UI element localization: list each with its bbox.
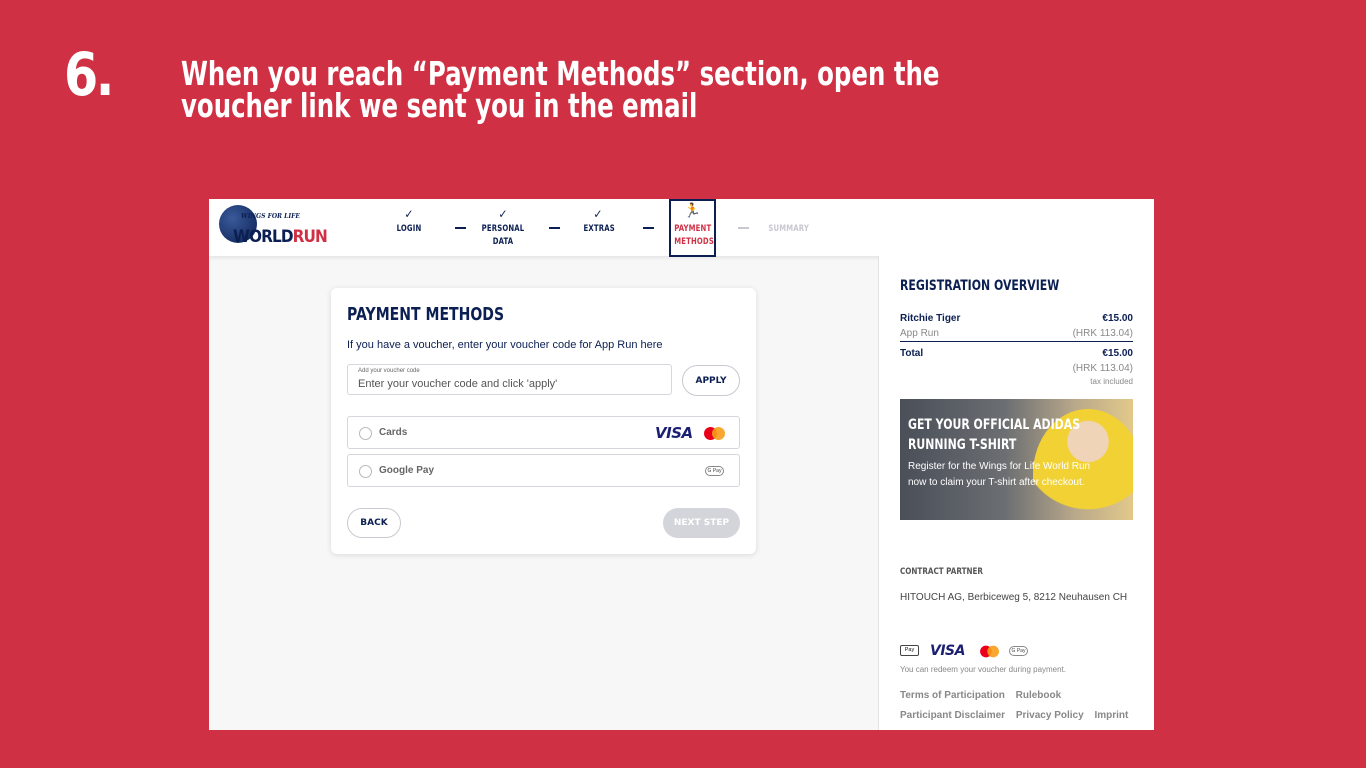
voucher-input[interactable] xyxy=(358,378,661,390)
step-divider xyxy=(549,227,560,229)
apple-pay-logo-icon: Pay xyxy=(900,645,919,656)
mastercard-logo-icon xyxy=(980,645,1000,658)
tax-note: tax included xyxy=(1090,377,1133,386)
radio-button[interactable] xyxy=(359,465,372,478)
runner-icon: 🏃 xyxy=(683,203,702,219)
step-label: PERSONAL DATA xyxy=(481,224,525,247)
footer-links-row-2: Participant Disclaimer Privacy Policy Im… xyxy=(900,710,1150,721)
promo-title: GET YOUR OFFICIAL ADIDAS RUNNING T-SHIRT xyxy=(908,417,1081,453)
tshirt-promo-banner[interactable]: GET YOUR OFFICIAL ADIDAS RUNNING T-SHIRT… xyxy=(900,399,1133,520)
logo-wings-text: WINGS FOR LIFE xyxy=(241,213,300,220)
step-label: PAYMENT METHODS xyxy=(674,224,714,247)
total-price-hrk: (HRK 113.04) xyxy=(1072,363,1133,374)
voucher-note: You can redeem your voucher during payme… xyxy=(900,665,1067,674)
check-icon: ✓ xyxy=(593,207,603,221)
step-personal-data[interactable]: ✓ PERSONAL DATA xyxy=(471,207,535,249)
total-label: Total xyxy=(900,348,924,359)
voucher-field[interactable]: Add your voucher code xyxy=(347,364,672,395)
logo-main: WORLD xyxy=(233,227,294,247)
payment-option-label: Google Pay xyxy=(379,465,435,476)
step-divider xyxy=(455,227,466,229)
back-button[interactable]: BACK xyxy=(347,508,401,538)
step-number: 6. xyxy=(64,40,114,110)
payment-title: PAYMENT METHODS xyxy=(347,304,505,325)
visa-logo-icon: VISA xyxy=(930,643,965,659)
google-pay-logo-icon: G Pay xyxy=(1009,646,1028,656)
payment-option-label: Cards xyxy=(379,427,408,438)
overview-product-row: App Run (HRK 113.04) xyxy=(900,328,1133,342)
link-participant-disclaimer[interactable]: Participant Disclaimer xyxy=(900,710,1005,721)
link-terms-of-participation[interactable]: Terms of Participation xyxy=(900,690,1005,701)
check-icon: ✓ xyxy=(404,207,414,221)
step-extras[interactable]: ✓ EXTRAS xyxy=(581,207,615,236)
participant-name: Ritchie Tiger xyxy=(900,313,961,324)
logo-accent: RUN xyxy=(292,227,328,247)
step-payment-methods[interactable]: 🏃 PAYMENT METHODS xyxy=(669,199,716,257)
visa-logo-icon: VISA xyxy=(655,424,693,442)
check-icon: ✓ xyxy=(498,207,508,221)
payment-option-google-pay[interactable]: Google Pay G Pay xyxy=(347,454,740,487)
link-imprint[interactable]: Imprint xyxy=(1094,710,1128,721)
app-screenshot: WINGS FOR LIFE WORLDRUN ✓ LOGIN ✓ PERSON… xyxy=(209,199,1154,730)
step-divider xyxy=(643,227,654,229)
step-summary: SUMMARY xyxy=(765,221,810,236)
mastercard-logo-icon xyxy=(704,427,726,440)
instruction-text: When you reach “Payment Methods” section… xyxy=(181,54,940,125)
step-login[interactable]: ✓ LOGIN xyxy=(392,207,426,236)
step-label: LOGIN xyxy=(396,224,422,234)
total-price: €15.00 xyxy=(1102,348,1133,359)
promo-text: Register for the Wings for Life World Ru… xyxy=(908,461,1091,488)
voucher-instructions: If you have a voucher, enter your vouche… xyxy=(347,339,663,351)
accepted-payments: Pay VISA G Pay xyxy=(900,643,1040,659)
link-privacy-policy[interactable]: Privacy Policy xyxy=(1016,710,1084,721)
overview-title: REGISTRATION OVERVIEW xyxy=(900,278,1060,294)
link-rulebook[interactable]: Rulebook xyxy=(1016,690,1062,701)
contract-partner-text: HITOUCH AG, Berbiceweg 5, 8212 Neuhausen… xyxy=(900,592,1128,603)
next-step-button[interactable]: NEXT STEP xyxy=(663,508,740,538)
google-pay-logo-icon: G Pay xyxy=(705,466,724,476)
payment-option-cards[interactable]: Cards VISA xyxy=(347,416,740,449)
footer-links-row-1: Terms of Participation Rulebook xyxy=(900,690,1150,701)
product-name: App Run xyxy=(900,328,939,339)
header-bar: WINGS FOR LIFE WORLDRUN ✓ LOGIN ✓ PERSON… xyxy=(209,199,1154,257)
step-label: SUMMARY xyxy=(768,224,810,234)
registration-sidebar: REGISTRATION OVERVIEW Ritchie Tiger €15.… xyxy=(878,256,1154,730)
product-price-hrk: (HRK 113.04) xyxy=(1072,328,1133,339)
logo-wordmark: WORLDRUN xyxy=(233,227,328,247)
contract-partner-title: CONTRACT PARTNER xyxy=(900,567,983,577)
wings-for-life-logo[interactable]: WINGS FOR LIFE WORLDRUN xyxy=(219,203,328,251)
step-divider xyxy=(738,227,749,229)
radio-button[interactable] xyxy=(359,427,372,440)
payment-methods-card: PAYMENT METHODS If you have a voucher, e… xyxy=(331,288,756,554)
step-label: EXTRAS xyxy=(583,224,615,234)
participant-price: €15.00 xyxy=(1102,313,1133,324)
apply-button[interactable]: APPLY xyxy=(682,365,740,396)
voucher-field-label: Add your voucher code xyxy=(358,368,420,374)
